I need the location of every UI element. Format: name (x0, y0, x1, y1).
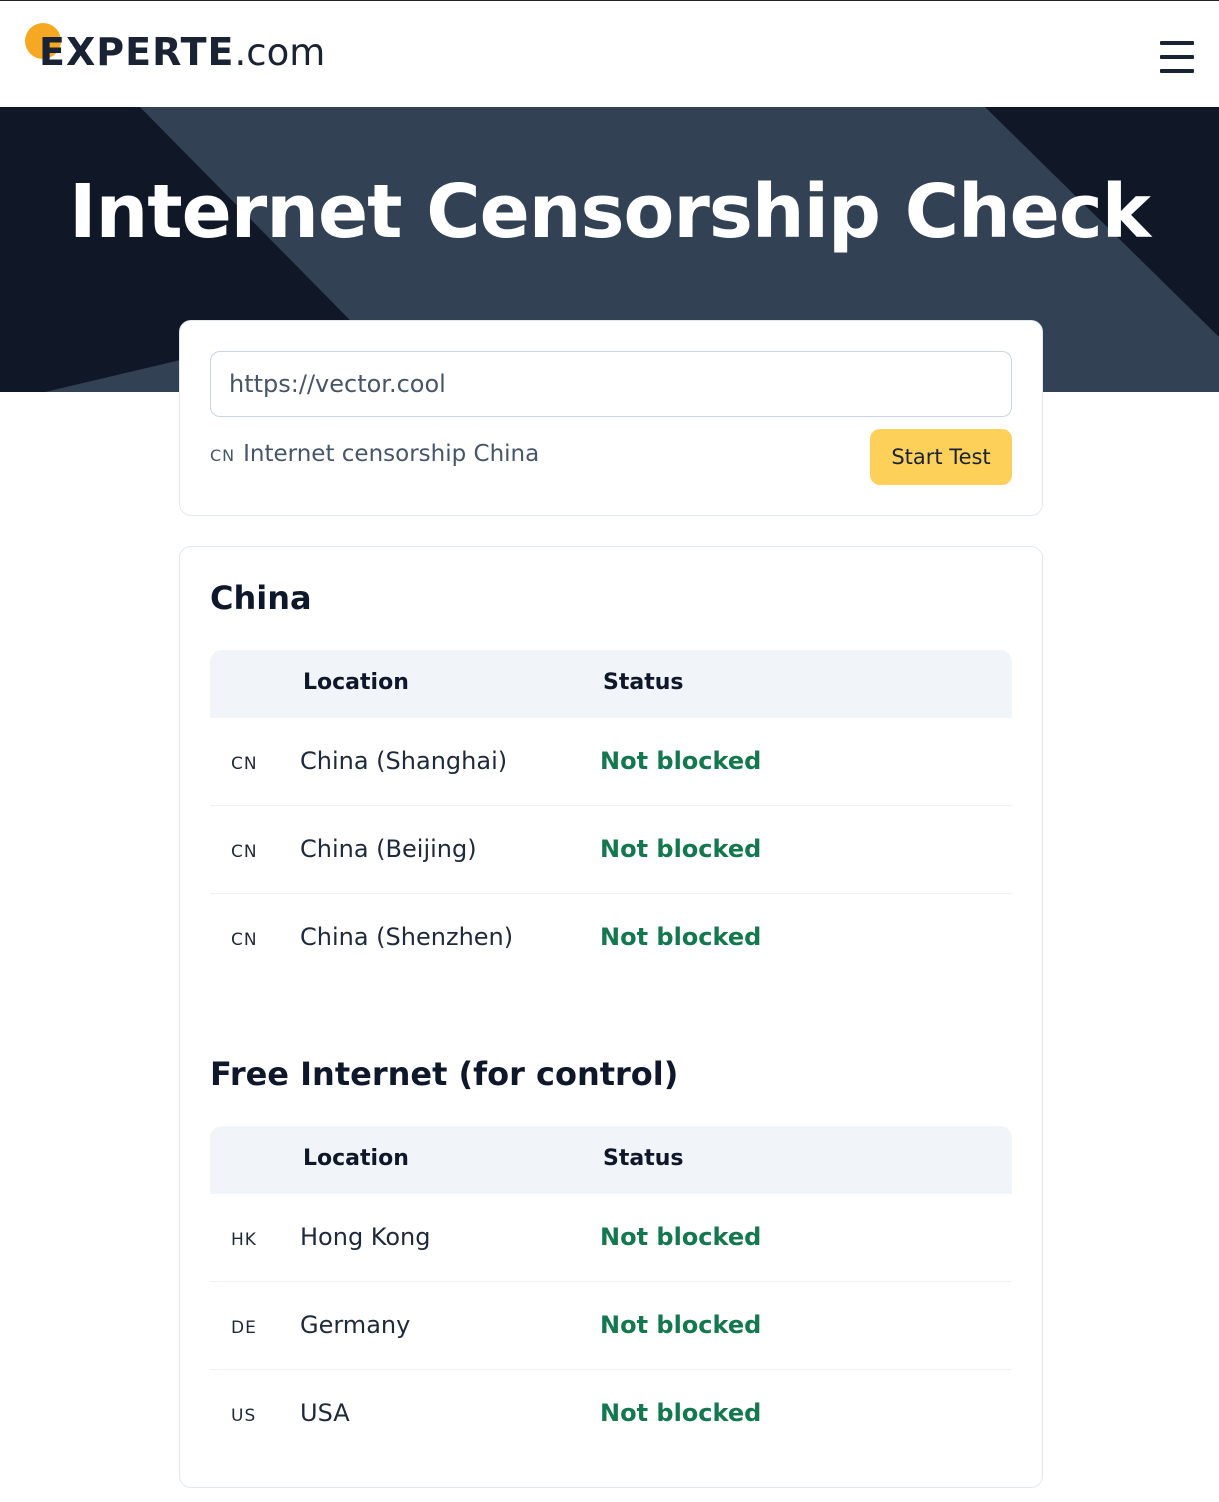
column-header-status: Status (603, 1146, 684, 1171)
location-name: China (Shanghai) (300, 747, 508, 775)
status-label: Not blocked (600, 923, 762, 951)
start-test-button[interactable]: Start Test (870, 429, 1012, 485)
country-flag-code: DE (231, 1318, 257, 1338)
table-row: CN China (Shenzhen) Not blocked (210, 894, 1012, 982)
country-flag-code: CN (231, 842, 258, 862)
page-title: Internet Censorship Check (69, 169, 1151, 255)
top-header: EXPERTE .com (0, 0, 1219, 107)
location-name: China (Beijing) (300, 835, 477, 863)
search-card: CN Internet censorship China Start Test (179, 320, 1043, 516)
region-flag-code: CN (210, 446, 236, 465)
results-table-control: Location Status HK Hong Kong Not blocked… (210, 1126, 1012, 1458)
region-selector[interactable]: CN Internet censorship China (210, 441, 539, 467)
column-header-location: Location (303, 670, 409, 695)
results-card: China Location Status CN China (Shanghai… (179, 546, 1043, 1488)
country-flag-code: US (231, 1406, 257, 1426)
country-flag-code: HK (231, 1230, 257, 1250)
hamburger-menu-icon[interactable] (1160, 41, 1194, 73)
table-row: CN China (Shanghai) Not blocked (210, 718, 1012, 806)
section-title-free-internet: Free Internet (for control) (210, 1055, 679, 1093)
status-label: Not blocked (600, 1223, 762, 1251)
table-row: HK Hong Kong Not blocked (210, 1194, 1012, 1282)
section-title-china: China (210, 579, 312, 617)
table-header: Location Status (210, 1126, 1012, 1194)
experte-logo[interactable]: EXPERTE .com (25, 21, 325, 77)
column-header-location: Location (303, 1146, 409, 1171)
location-name: Hong Kong (300, 1223, 431, 1251)
results-table-china: Location Status CN China (Shanghai) Not … (210, 650, 1012, 982)
url-input[interactable] (210, 351, 1012, 417)
status-label: Not blocked (600, 1311, 762, 1339)
table-row: US USA Not blocked (210, 1370, 1012, 1458)
status-label: Not blocked (600, 747, 762, 775)
column-header-status: Status (603, 670, 684, 695)
status-label: Not blocked (600, 835, 762, 863)
country-flag-code: CN (231, 754, 258, 774)
table-row: CN China (Beijing) Not blocked (210, 806, 1012, 894)
logo-domain: .com (234, 31, 326, 74)
status-label: Not blocked (600, 1399, 762, 1427)
location-name: Germany (300, 1311, 411, 1339)
logo-word: EXPERTE (39, 30, 235, 74)
table-header: Location Status (210, 650, 1012, 718)
location-name: China (Shenzhen) (300, 923, 514, 951)
location-name: USA (300, 1399, 350, 1427)
table-row: DE Germany Not blocked (210, 1282, 1012, 1370)
region-label: Internet censorship China (243, 441, 540, 467)
country-flag-code: CN (231, 930, 258, 950)
